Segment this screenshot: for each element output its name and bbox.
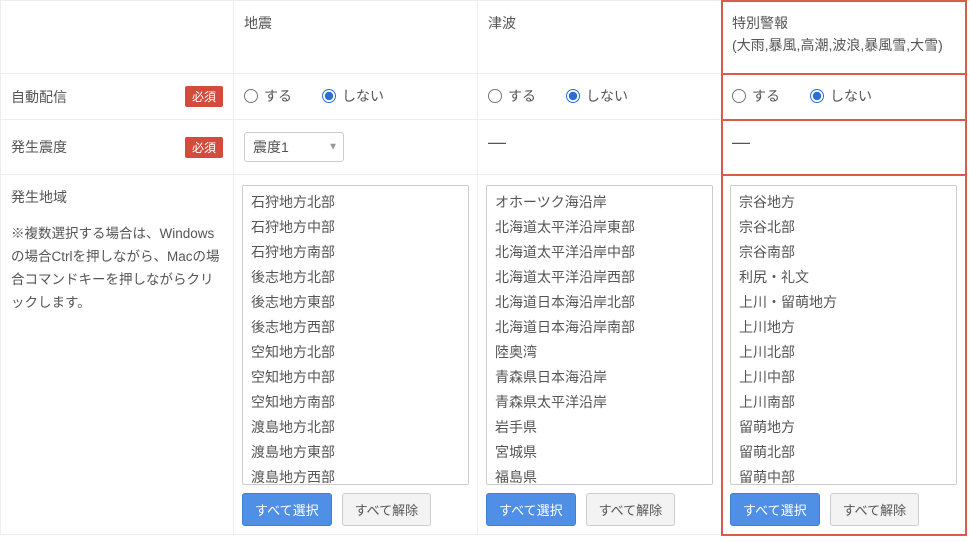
region-cell-earthquake: 石狩地方北部石狩地方中部石狩地方南部後志地方北部後志地方東部後志地方西部空知地方… [234,175,478,535]
list-item[interactable]: 後志地方西部 [243,315,468,340]
clear-all-button[interactable]: すべて解除 [342,493,432,526]
list-item[interactable]: 北海道日本海沿岸南部 [487,315,712,340]
list-item[interactable]: 上川北部 [731,340,956,365]
list-item[interactable]: 石狩地方中部 [243,215,468,240]
radio-yes-tsunami[interactable]: する [488,86,536,106]
list-item[interactable]: 空知地方南部 [243,390,468,415]
header-special: 特別警報(大雨,暴風,高潮,波浪,暴風雪,大雪) [722,1,966,74]
required-badge: 必須 [185,137,223,158]
select-all-button[interactable]: すべて選択 [242,493,332,526]
intensity-dash: — [488,132,506,152]
list-item[interactable]: 上川・留萌地方 [731,290,956,315]
list-item[interactable]: 北海道太平洋沿岸西部 [487,265,712,290]
auto-cell-earthquake: する しない [234,74,478,120]
radio-no-special[interactable]: しない [810,86,872,106]
intensity-dash: — [732,132,750,152]
header-title: 特別警報 [732,13,955,33]
intensity-select-wrap: 震度1▼ [244,132,344,162]
radio-no-tsunami[interactable]: しない [566,86,628,106]
list-item[interactable]: 北海道太平洋沿岸中部 [487,240,712,265]
list-item[interactable]: 空知地方北部 [243,340,468,365]
radio-yes-earthquake[interactable]: する [244,86,292,106]
header-title: 津波 [488,13,711,33]
intensity-select[interactable]: 震度1 [244,132,344,162]
row-label-region: 発生地域※複数選択する場合は、Windowsの場合Ctrlを押しながら、Macの… [0,175,234,535]
region-listbox-earthquake[interactable]: 石狩地方北部石狩地方中部石狩地方南部後志地方北部後志地方東部後志地方西部空知地方… [242,185,469,485]
list-item[interactable]: 渡島地方北部 [243,415,468,440]
list-item[interactable]: 後志地方北部 [243,265,468,290]
radio-yes-special[interactable]: する [732,86,780,106]
required-badge: 必須 [185,86,223,107]
list-item[interactable]: 利尻・礼文 [731,265,956,290]
header-earthquake: 地震 [234,1,478,74]
list-item[interactable]: 陸奥湾 [487,340,712,365]
list-item[interactable]: 留萌地方 [731,415,956,440]
intensity-cell-earthquake: 震度1▼ [234,120,478,175]
list-item[interactable]: 宗谷地方 [731,190,956,215]
region-cell-special: 宗谷地方宗谷北部宗谷南部利尻・礼文上川・留萌地方上川地方上川北部上川中部上川南部… [722,175,966,535]
header-subtitle: (大雨,暴風,高潮,波浪,暴風雪,大雪) [732,35,955,55]
intensity-cell-special: — [722,120,966,175]
row-label-auto: 自動配信必須 [0,74,234,120]
list-item[interactable]: 上川中部 [731,365,956,390]
region-cell-tsunami: オホーツク海沿岸北海道太平洋沿岸東部北海道太平洋沿岸中部北海道太平洋沿岸西部北海… [478,175,722,535]
list-item[interactable]: 北海道太平洋沿岸東部 [487,215,712,240]
list-item[interactable]: 上川地方 [731,315,956,340]
list-item[interactable]: 青森県太平洋沿岸 [487,390,712,415]
clear-all-button[interactable]: すべて解除 [830,493,920,526]
list-item[interactable]: 渡島地方西部 [243,465,468,485]
list-item[interactable]: 石狩地方北部 [243,190,468,215]
intensity-cell-tsunami: — [478,120,722,175]
header-blank [0,1,234,74]
list-item[interactable]: 北海道日本海沿岸北部 [487,290,712,315]
list-item[interactable]: 宮城県 [487,440,712,465]
region-listbox-special[interactable]: 宗谷地方宗谷北部宗谷南部利尻・礼文上川・留萌地方上川地方上川北部上川中部上川南部… [730,185,957,485]
list-item[interactable]: 留萌北部 [731,440,956,465]
list-item[interactable]: 宗谷北部 [731,215,956,240]
list-item[interactable]: 岩手県 [487,415,712,440]
auto-cell-tsunami: する しない [478,74,722,120]
region-note: ※複数選択する場合は、Windowsの場合Ctrlを押しながら、Macの場合コマ… [11,223,223,315]
select-all-button[interactable]: すべて選択 [486,493,576,526]
clear-all-button[interactable]: すべて解除 [586,493,676,526]
list-item[interactable]: 留萌中部 [731,465,956,485]
auto-cell-special: する しない [722,74,966,120]
header-tsunami: 津波 [478,1,722,74]
row-label-intensity: 発生震度必須 [0,120,234,175]
list-item[interactable]: オホーツク海沿岸 [487,190,712,215]
list-item[interactable]: 空知地方中部 [243,365,468,390]
list-item[interactable]: 渡島地方東部 [243,440,468,465]
list-item[interactable]: 青森県日本海沿岸 [487,365,712,390]
list-item[interactable]: 石狩地方南部 [243,240,468,265]
select-all-button[interactable]: すべて選択 [730,493,820,526]
region-listbox-tsunami[interactable]: オホーツク海沿岸北海道太平洋沿岸東部北海道太平洋沿岸中部北海道太平洋沿岸西部北海… [486,185,713,485]
header-title: 地震 [244,13,467,33]
list-item[interactable]: 後志地方東部 [243,290,468,315]
list-item[interactable]: 上川南部 [731,390,956,415]
list-item[interactable]: 宗谷南部 [731,240,956,265]
list-item[interactable]: 福島県 [487,465,712,485]
radio-no-earthquake[interactable]: しない [322,86,384,106]
